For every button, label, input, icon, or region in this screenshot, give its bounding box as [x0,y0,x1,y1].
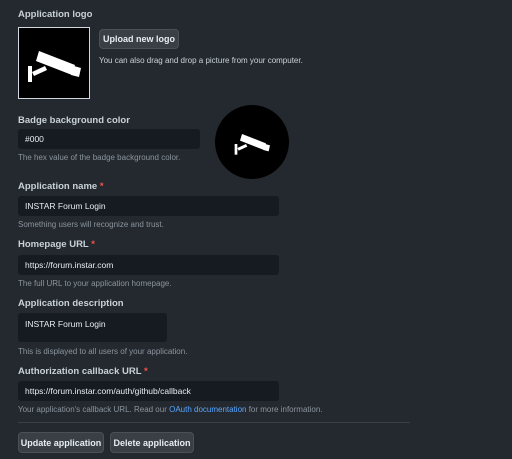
required-mark: * [143,366,148,377]
form-divider [18,422,410,423]
upload-logo-button[interactable]: Upload new logo [99,29,179,49]
callback-url-hint: Your application's callback URL. Read ou… [18,405,323,414]
application-logo[interactable] [18,27,90,99]
required-mark: * [91,239,95,250]
callback-url-label: Authorization callback URL * [18,366,148,377]
badge-color-label: Badge background color [18,115,130,126]
badge-color-input[interactable]: #000 [18,129,200,149]
delete-application-button[interactable]: Delete application [110,432,194,453]
app-description-textarea[interactable]: INSTAR Forum Login [18,313,167,342]
app-name-label-text: Application name [18,181,98,192]
app-name-input[interactable]: INSTAR Forum Login [18,196,279,216]
app-name-label: Application name * [18,181,104,192]
app-description-label: Application description [18,298,124,309]
callback-hint-text-end: for more information. [246,405,323,414]
badge-preview [215,105,289,179]
callback-url-label-text: Authorization callback URL [18,366,142,377]
homepage-url-label-text: Homepage URL [18,239,89,250]
security-camera-icon [28,51,81,82]
callback-hint-text: Your application's callback URL. Read ou… [18,405,170,414]
update-application-button[interactable]: Update application [18,432,104,453]
homepage-url-input[interactable]: https://forum.instar.com [18,255,279,275]
oauth-documentation-link[interactable]: OAuth documentation [169,405,246,414]
app-name-hint: Something users will recognize and trust… [18,220,164,229]
security-camera-icon [234,134,270,155]
drag-drop-hint: You can also drag and drop a picture fro… [99,56,303,65]
homepage-url-label: Homepage URL * [18,239,95,250]
badge-color-hint: The hex value of the badge background co… [18,153,181,162]
app-description-hint: This is displayed to all users of your a… [18,347,188,356]
logo-section-label: Application logo [18,9,93,20]
homepage-url-hint: The full URL to your application homepag… [18,279,172,288]
required-mark: * [99,181,104,192]
callback-url-input[interactable]: https://forum.instar.com/auth/github/cal… [18,381,279,401]
app-settings-form: Application logo Upload new logo You can… [0,0,512,459]
